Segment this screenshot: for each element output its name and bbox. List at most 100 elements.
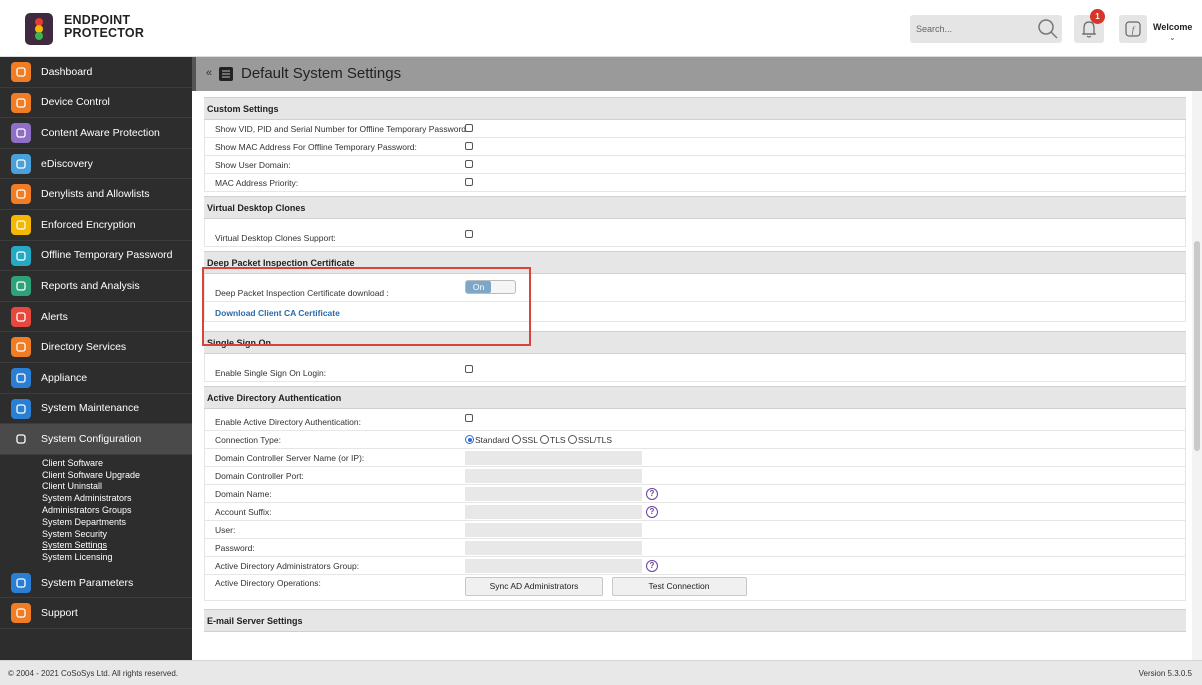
submenu-item-system-administrators[interactable]: System Administrators xyxy=(42,493,192,505)
admin-group-input[interactable] xyxy=(465,559,642,573)
setting-row: Deep Packet Inspection Certificate downl… xyxy=(204,274,1186,302)
radio-label: Standard xyxy=(475,435,510,445)
search-input[interactable] xyxy=(916,20,1026,38)
directory-icon xyxy=(11,337,31,358)
welcome-label[interactable]: Welcome xyxy=(1153,22,1192,32)
copyright: © 2004 - 2021 CoSoSys Ltd. All rights re… xyxy=(8,669,178,678)
sidebar-item-dashboard[interactable]: Dashboard xyxy=(0,57,192,88)
setting-row: Download Client CA Certificate xyxy=(204,302,1186,322)
show-user-domain-checkbox[interactable] xyxy=(465,160,473,168)
setting-row: Enable Active Directory Authentication: xyxy=(204,409,1186,431)
domain-name-input[interactable] xyxy=(465,487,642,501)
sidebar-item-label: Support xyxy=(41,607,78,620)
help-icon[interactable]: ? xyxy=(646,488,658,500)
sidebar-item-system-parameters[interactable]: System Parameters xyxy=(0,568,192,599)
user-icon: f xyxy=(1125,21,1141,37)
sidebar-item-offline-temporary-password[interactable]: Offline Temporary Password xyxy=(0,241,192,272)
sidebar-item-label: Appliance xyxy=(41,371,88,384)
submenu-item-system-security[interactable]: System Security xyxy=(42,529,192,541)
show-mac-checkbox[interactable] xyxy=(465,142,473,150)
radio-ssl[interactable] xyxy=(511,435,521,444)
sidebar-item-enforced-encryption[interactable]: Enforced Encryption xyxy=(0,210,192,241)
account-suffix-input[interactable] xyxy=(465,505,642,519)
setting-row: Enable Single Sign On Login: xyxy=(204,354,1186,382)
page-header: « Default System Settings xyxy=(192,57,1202,91)
setting-label: Enable Active Directory Authentication: xyxy=(215,417,361,427)
submenu-item-administrators-groups[interactable]: Administrators Groups xyxy=(42,505,192,517)
sidebar-item-denylists-and-allowlists[interactable]: Denylists and Allowlists xyxy=(0,179,192,210)
sidebar-item-reports-and-analysis[interactable]: Reports and Analysis xyxy=(0,271,192,302)
port-input[interactable] xyxy=(465,469,642,483)
sidebar-item-label: Dashboard xyxy=(41,65,93,78)
setting-row: Show User Domain: xyxy=(204,156,1186,174)
help-icon[interactable]: ? xyxy=(646,560,658,572)
submenu-item-client-software[interactable]: Client Software xyxy=(42,458,192,470)
sidebar-item-ediscovery[interactable]: eDiscovery xyxy=(0,149,192,180)
reports-icon xyxy=(11,276,31,297)
setting-label: Account Suffix: xyxy=(215,507,272,517)
sidebar-item-device-control[interactable]: Device Control xyxy=(0,88,192,119)
setting-label: Domain Controller Server Name (or IP): xyxy=(215,453,365,463)
sync-ad-administrators-button[interactable]: Sync AD Administrators xyxy=(465,577,603,596)
page-title: Default System Settings xyxy=(241,65,402,82)
list-icon xyxy=(219,67,233,81)
virtual-desktop-checkbox[interactable] xyxy=(465,230,473,238)
ad-heading: Active Directory Authentication xyxy=(204,386,1186,409)
radio-ssl-tls[interactable] xyxy=(567,435,577,444)
search-icon[interactable] xyxy=(1036,17,1060,41)
sso-heading: Single Sign On xyxy=(204,331,1186,354)
mac-priority-checkbox[interactable] xyxy=(465,178,473,186)
radio-label: SSL/TLS xyxy=(577,435,613,445)
sidebar-item-support[interactable]: Support xyxy=(0,598,192,630)
submenu-item-system-licensing[interactable]: System Licensing xyxy=(42,552,192,564)
sidebar-item-label: System Configuration xyxy=(41,432,142,445)
test-connection-button[interactable]: Test Connection xyxy=(611,577,747,596)
scrollbar-thumb[interactable] xyxy=(1194,241,1200,451)
sidebar-item-label: Alerts xyxy=(41,310,68,323)
email-settings-heading: E-mail Server Settings xyxy=(204,609,1186,632)
sidebar-item-content-aware-protection[interactable]: Content Aware Protection xyxy=(0,118,192,149)
settings-content: Custom Settings Show VID, PID and Serial… xyxy=(204,97,1186,632)
sidebar-item-system-configuration[interactable]: System Configuration xyxy=(0,424,192,455)
ad-enable-checkbox[interactable] xyxy=(465,414,473,422)
setting-label: Connection Type: xyxy=(215,435,281,445)
sso-checkbox[interactable] xyxy=(465,365,473,373)
offline-password-icon xyxy=(11,245,31,266)
sidebar-item-label: Directory Services xyxy=(41,341,127,354)
sidebar-item-alerts[interactable]: Alerts xyxy=(0,302,192,333)
search-box xyxy=(910,15,1062,43)
submenu-item-system-departments[interactable]: System Departments xyxy=(42,517,192,529)
setting-label: User: xyxy=(215,525,236,535)
download-ca-certificate-link[interactable]: Download Client CA Certificate xyxy=(215,308,340,318)
radio-label: SSL xyxy=(521,435,538,445)
submenu-item-client-software-upgrade[interactable]: Client Software Upgrade xyxy=(42,470,192,482)
chevron-down-icon[interactable]: ⌄ xyxy=(1169,33,1176,42)
collapse-sidebar-icon[interactable]: « xyxy=(206,67,212,79)
user-menu-button[interactable]: f xyxy=(1119,15,1147,43)
sidebar-item-appliance[interactable]: Appliance xyxy=(0,363,192,394)
dpi-download-toggle[interactable]: On xyxy=(465,280,516,294)
setting-label: Enable Single Sign On Login: xyxy=(215,368,327,378)
submenu-item-system-settings[interactable]: System Settings xyxy=(42,540,192,552)
connection-type-radios: Standard SSL TLS SSL/TLS xyxy=(465,435,612,445)
setting-row: Connection Type: Standard SSL TLS SSL/TL… xyxy=(204,431,1186,449)
setting-label: Active Directory Administrators Group: xyxy=(215,561,360,571)
submenu-item-client-uninstall[interactable]: Client Uninstall xyxy=(42,481,192,493)
radio-tls[interactable] xyxy=(540,435,550,444)
server-name-input[interactable] xyxy=(465,451,642,465)
setting-row: MAC Address Priority: xyxy=(204,174,1186,192)
setting-label: Deep Packet Inspection Certificate downl… xyxy=(215,288,389,298)
parameters-icon xyxy=(11,572,31,593)
radio-standard[interactable] xyxy=(465,435,474,444)
sidebar-item-label: Enforced Encryption xyxy=(41,218,136,231)
vertical-scrollbar[interactable] xyxy=(1192,91,1202,660)
password-input[interactable] xyxy=(465,541,642,555)
sidebar-item-directory-services[interactable]: Directory Services xyxy=(0,332,192,363)
content-aware-icon xyxy=(11,123,31,144)
custom-settings-heading: Custom Settings xyxy=(204,97,1186,120)
user-input[interactable] xyxy=(465,523,642,537)
show-vid-pid-checkbox[interactable] xyxy=(465,124,473,132)
notification-badge: 1 xyxy=(1090,9,1105,24)
sidebar-item-system-maintenance[interactable]: System Maintenance xyxy=(0,394,192,425)
help-icon[interactable]: ? xyxy=(646,506,658,518)
